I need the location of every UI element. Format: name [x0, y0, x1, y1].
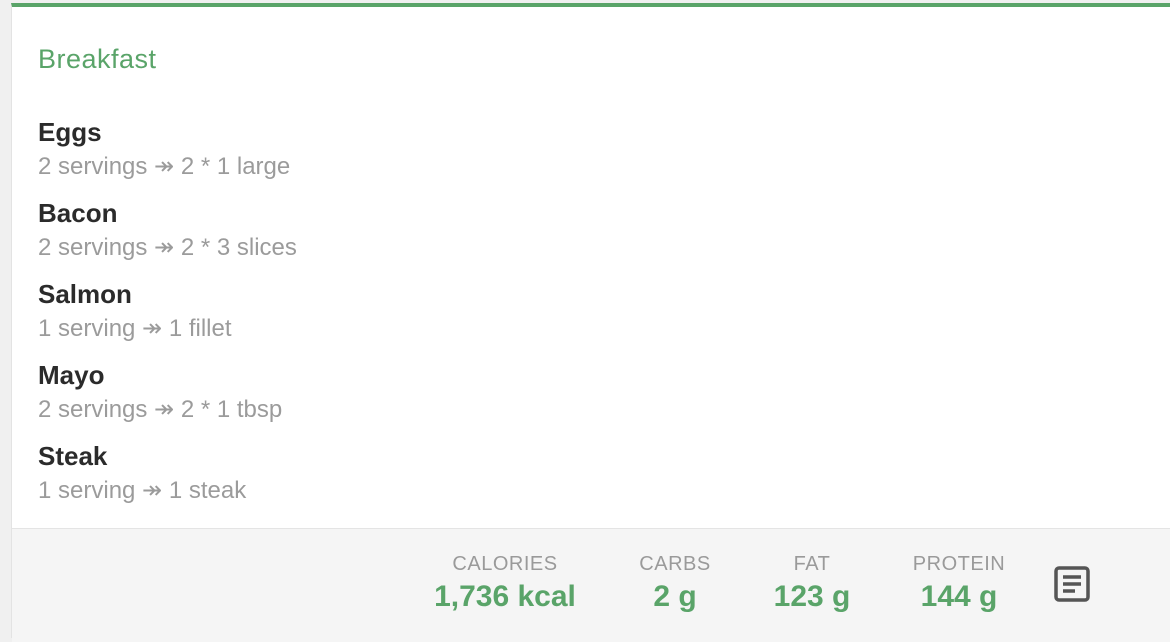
fat-total: FAT 123 g	[752, 551, 872, 615]
food-name: Eggs	[38, 117, 102, 147]
protein-value: 144 g	[920, 580, 998, 613]
food-serving-detail: 2 servings ↠ 2 * 3 slices	[38, 234, 297, 261]
protein-total: PROTEIN 144 g	[897, 551, 1021, 615]
carbs-total: CARBS 2 g	[620, 551, 730, 615]
food-item[interactable]: Mayo 2 servings ↠ 2 * 1 tbsp	[38, 360, 297, 441]
calories-total: CALORIES 1,736 kcal	[430, 551, 580, 615]
food-item[interactable]: Eggs 2 servings ↠ 2 * 1 large	[38, 117, 297, 198]
calories-value: 1,736 kcal	[434, 580, 576, 613]
food-serving-detail: 1 serving ↠ 1 steak	[38, 477, 247, 504]
food-name: Mayo	[38, 360, 105, 390]
food-name: Salmon	[38, 279, 132, 309]
calories-label: CALORIES	[452, 553, 558, 575]
meal-totals-footer: CALORIES 1,736 kcal CARBS 2 g FAT 123 g …	[12, 528, 1170, 642]
food-item[interactable]: Bacon 2 servings ↠ 2 * 3 slices	[38, 198, 297, 279]
meal-title: Breakfast	[38, 44, 157, 74]
food-name: Steak	[38, 441, 108, 471]
food-name: Bacon	[38, 198, 118, 228]
meal-card: Breakfast Eggs 2 servings ↠ 2 * 1 large …	[11, 3, 1170, 642]
carbs-label: CARBS	[639, 553, 711, 575]
food-serving-detail: 2 servings ↠ 2 * 1 large	[38, 153, 291, 180]
food-item[interactable]: Steak 1 serving ↠ 1 steak	[38, 441, 297, 522]
fat-label: FAT	[793, 553, 831, 575]
food-serving-detail: 2 servings ↠ 2 * 1 tbsp	[38, 396, 283, 423]
carbs-value: 2 g	[653, 580, 697, 613]
notes-icon	[1054, 566, 1090, 602]
notes-button[interactable]	[1050, 562, 1094, 606]
food-serving-detail: 1 serving ↠ 1 fillet	[38, 315, 232, 342]
protein-label: PROTEIN	[912, 553, 1006, 575]
food-list: Eggs 2 servings ↠ 2 * 1 large Bacon 2 se…	[38, 117, 297, 522]
food-item[interactable]: Salmon 1 serving ↠ 1 fillet	[38, 279, 297, 360]
fat-value: 123 g	[773, 580, 851, 613]
